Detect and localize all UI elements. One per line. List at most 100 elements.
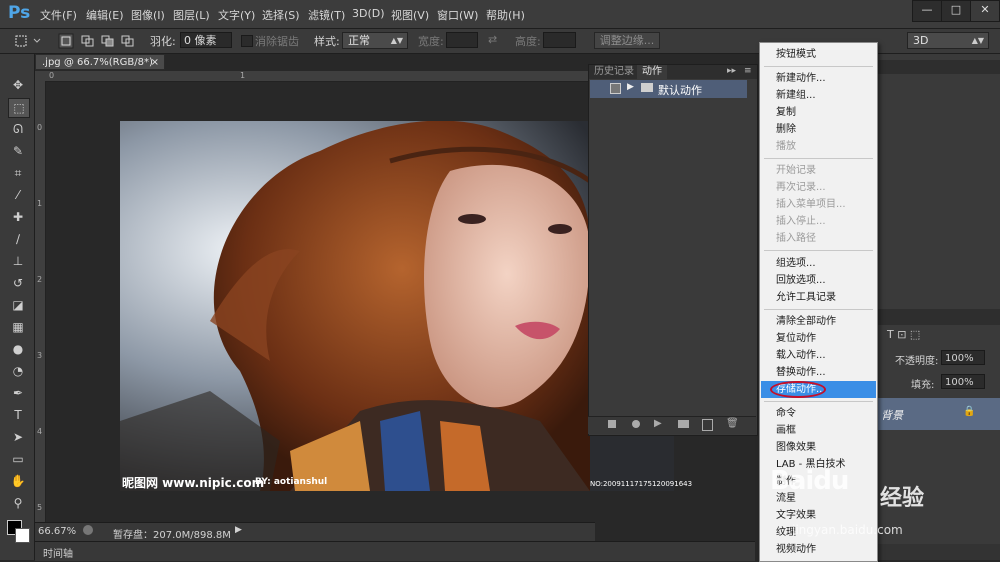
close-tab-icon[interactable]: × <box>151 55 159 70</box>
menu-item-duplicate[interactable]: 复制 <box>761 104 876 121</box>
style-dropdown[interactable]: 正常 ▲▼ <box>342 32 408 49</box>
menu-item-reset-actions[interactable]: 复位动作 <box>761 330 876 347</box>
eyedropper-tool-icon[interactable]: ⁄ <box>8 186 28 204</box>
layers-panel-header <box>877 309 1000 325</box>
ruler-tick: 3 <box>37 351 43 360</box>
type-tool-icon[interactable]: T <box>8 406 28 424</box>
record-icon[interactable] <box>632 420 640 428</box>
menu-help[interactable]: 帮助(H) <box>486 7 525 23</box>
fill-input[interactable]: 100% <box>941 374 985 389</box>
menu-item-start-recording[interactable]: 开始记录 <box>761 162 876 179</box>
menu-item-replace-actions[interactable]: 替换动作... <box>761 364 876 381</box>
menu-item-playback-options[interactable]: 回放选项... <box>761 272 876 289</box>
menu-item-insert-path[interactable]: 插入路径 <box>761 230 876 247</box>
menu-layer[interactable]: 图层(L) <box>173 7 210 23</box>
menu-item-frames[interactable]: 画框 <box>761 422 876 439</box>
background-color-swatch[interactable] <box>15 528 30 543</box>
healing-brush-tool-icon[interactable]: ✚ <box>8 208 28 226</box>
panel-collapse-icon[interactable]: ▸▸ <box>727 66 736 76</box>
menu-item-new-set[interactable]: 新建组... <box>761 87 876 104</box>
menu-file[interactable]: 文件(F) <box>40 7 77 23</box>
action-set-row[interactable]: ▶ 默认动作 <box>590 80 747 98</box>
marquee-preset-icon[interactable] <box>14 34 44 48</box>
swap-icon[interactable]: ⇄ <box>488 33 497 46</box>
play-icon[interactable]: ▶ <box>654 418 662 429</box>
layer-row-background[interactable]: 背景 🔒 <box>877 398 1000 430</box>
height-input[interactable] <box>543 32 576 48</box>
selection-mode-icons[interactable] <box>58 33 138 49</box>
menu-item-allow-tool-recording[interactable]: 允许工具记录 <box>761 289 876 306</box>
tab-history[interactable]: 历史记录 <box>589 65 639 79</box>
menu-item-button-mode[interactable]: 按钮模式 <box>761 46 876 63</box>
menu-item-commands[interactable]: 命令 <box>761 405 876 422</box>
menu-edit[interactable]: 编辑(E) <box>86 7 124 23</box>
eraser-tool-icon[interactable]: ◪ <box>8 296 28 314</box>
menu-view[interactable]: 视图(V) <box>391 7 429 23</box>
opacity-input[interactable]: 100% <box>941 350 985 365</box>
tab-actions[interactable]: 动作 <box>637 65 667 79</box>
menu-item-video-actions[interactable]: 视频动作 <box>761 541 876 558</box>
photo-watermark-id: NO:20091117175120091643 <box>590 480 693 488</box>
hand-tool-icon[interactable]: ✋ <box>8 472 28 490</box>
close-window-button[interactable]: ✕ <box>970 0 1000 22</box>
width-input[interactable] <box>446 32 478 48</box>
antialias-checkbox[interactable] <box>241 35 253 47</box>
zoom-tool-icon[interactable]: ⚲ <box>8 494 28 512</box>
brush-tool-icon[interactable]: ∕ <box>8 230 28 248</box>
marquee-tool-icon[interactable]: ⬚ <box>8 98 30 118</box>
antialias-label: 消除锯齿 <box>255 35 299 48</box>
menu-item-image-effects[interactable]: 图像效果 <box>761 439 876 456</box>
minimize-button[interactable]: — <box>912 0 942 22</box>
gradient-tool-icon[interactable]: ▦ <box>8 318 28 336</box>
blur-tool-icon[interactable]: ● <box>8 340 28 358</box>
quick-select-tool-icon[interactable]: ✎ <box>8 142 28 160</box>
menu-item-record-again[interactable]: 再次记录... <box>761 179 876 196</box>
lasso-tool-icon[interactable]: ᘏ <box>8 120 28 138</box>
restore-button[interactable]: □ <box>941 0 971 22</box>
feather-input[interactable]: 0 像素 <box>180 32 232 48</box>
info-icon[interactable] <box>83 525 93 535</box>
menu-item-play[interactable]: 播放 <box>761 138 876 155</box>
trash-icon[interactable]: 🗑 <box>726 418 739 429</box>
move-tool-icon[interactable]: ✥ <box>8 76 28 94</box>
menu-item-set-options[interactable]: 组选项... <box>761 255 876 272</box>
status-menu-arrow-icon[interactable]: ▶ <box>235 525 242 535</box>
rectangle-tool-icon[interactable]: ▭ <box>8 450 28 468</box>
toggle-checkbox-icon[interactable] <box>610 83 621 94</box>
baidu-watermark-logo: Baidu <box>770 466 849 496</box>
new-set-folder-icon[interactable] <box>678 420 689 428</box>
tools-panel: ✥ ⬚ ᘏ ✎ ⌗ ⁄ ✚ ∕ ⊥ ↺ ◪ ▦ ● ◔ ✒ T ➤ ▭ ✋ ⚲ <box>0 54 35 560</box>
menu-separator <box>764 401 873 402</box>
refine-edge-button[interactable]: 调整边缘... <box>594 32 660 49</box>
new-action-icon[interactable] <box>702 419 713 431</box>
history-brush-tool-icon[interactable]: ↺ <box>8 274 28 292</box>
crop-tool-icon[interactable]: ⌗ <box>8 164 28 182</box>
menu-type[interactable]: 文字(Y) <box>218 7 255 23</box>
menu-item-insert-stop[interactable]: 插入停止... <box>761 213 876 230</box>
document-title: .jpg @ 66.7%(RGB/8*) <box>42 57 153 68</box>
chevron-down-icon: ▲▼ <box>971 36 984 45</box>
workspace-dropdown[interactable]: 3D ▲▼ <box>907 32 989 49</box>
menu-image[interactable]: 图像(I) <box>131 7 165 23</box>
zoom-level[interactable]: 66.67% <box>38 526 76 537</box>
menu-3d[interactable]: 3D(D) <box>352 7 385 20</box>
menu-select[interactable]: 选择(S) <box>262 7 300 23</box>
menu-item-new-action[interactable]: 新建动作... <box>761 70 876 87</box>
panel-menu-icon[interactable]: ≡ <box>744 66 752 76</box>
layer-filter-icons[interactable]: T ⊡ ⬚ <box>887 328 920 341</box>
document-tab[interactable]: .jpg @ 66.7%(RGB/8*) × <box>35 54 165 70</box>
stop-icon[interactable] <box>608 420 616 428</box>
expand-triangle-icon[interactable]: ▶ <box>627 82 634 92</box>
menu-filter[interactable]: 滤镜(T) <box>308 7 345 23</box>
path-selection-tool-icon[interactable]: ➤ <box>8 428 28 446</box>
menu-window[interactable]: 窗口(W) <box>437 7 478 23</box>
menu-item-insert-menu-item[interactable]: 插入菜单项目... <box>761 196 876 213</box>
menu-item-delete[interactable]: 删除 <box>761 121 876 138</box>
menu-item-clear-all-actions[interactable]: 清除全部动作 <box>761 313 876 330</box>
pen-tool-icon[interactable]: ✒ <box>8 384 28 402</box>
clone-stamp-tool-icon[interactable]: ⊥ <box>8 252 28 270</box>
menu-item-text-effects[interactable]: 文字效果 <box>761 507 876 524</box>
timeline-panel-tab[interactable]: 时间轴 <box>35 541 755 561</box>
dodge-tool-icon[interactable]: ◔ <box>8 362 28 380</box>
menu-item-load-actions[interactable]: 载入动作... <box>761 347 876 364</box>
